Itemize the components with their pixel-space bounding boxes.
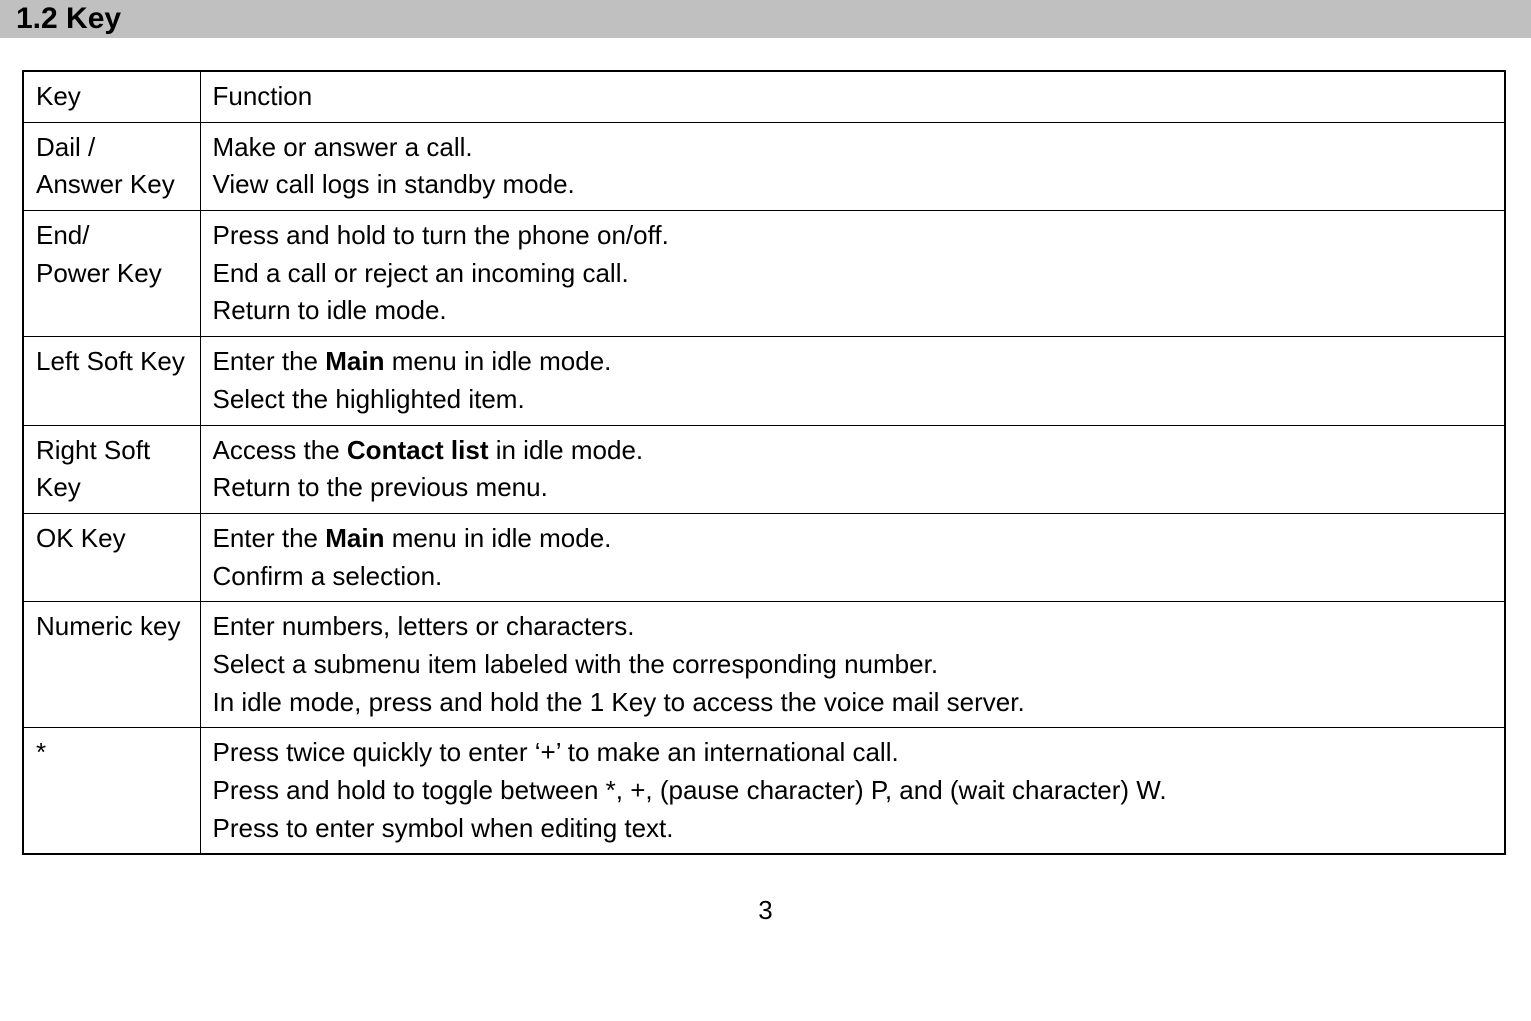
table-row: Dail /Answer KeyMake or answer a call.Vi… [23, 122, 1505, 210]
function-line: Press to enter symbol when editing text. [213, 810, 1495, 848]
document-page: 1.2 Key KeyFunctionDail /Answer KeyMake … [0, 0, 1531, 956]
table-row: Left Soft KeyEnter the Main menu in idle… [23, 337, 1505, 425]
function-line: Select a submenu item labeled with the c… [213, 646, 1495, 684]
key-cell: Right SoftKey [23, 425, 200, 513]
function-cell: Enter numbers, letters or characters.Sel… [200, 602, 1505, 728]
table-row: Right SoftKeyAccess the Contact list in … [23, 425, 1505, 513]
function-line: Press and hold to turn the phone on/off. [213, 217, 1495, 255]
function-cell: Enter the Main menu in idle mode.Select … [200, 337, 1505, 425]
function-line: In idle mode, press and hold the 1 Key t… [213, 684, 1495, 722]
function-line: Press twice quickly to enter ‘+’ to make… [213, 734, 1495, 772]
key-cell: Dail /Answer Key [23, 122, 200, 210]
function-line: Make or answer a call. [213, 129, 1495, 167]
table-row: * Press twice quickly to enter ‘+’ to mak… [23, 728, 1505, 855]
table-row: OK KeyEnter the Main menu in idle mode.C… [23, 513, 1505, 601]
function-line: Enter numbers, letters or characters. [213, 608, 1495, 646]
section-heading: 1.2 Key [0, 0, 1531, 38]
table-row: End/Power KeyPress and hold to turn the … [23, 211, 1505, 337]
function-cell: Make or answer a call.View call logs in … [200, 122, 1505, 210]
function-line: Enter the Main menu in idle mode. [213, 343, 1495, 381]
bold-term: Contact list [347, 435, 489, 465]
function-cell: Enter the Main menu in idle mode.Confirm… [200, 513, 1505, 601]
key-function-table: KeyFunctionDail /Answer KeyMake or answe… [22, 70, 1506, 855]
function-cell: Press and hold to turn the phone on/off.… [200, 211, 1505, 337]
key-cell: Left Soft Key [23, 337, 200, 425]
key-cell: Numeric key [23, 602, 200, 728]
key-cell: End/Power Key [23, 211, 200, 337]
bold-term: Main [325, 346, 384, 376]
table-row: Numeric keyEnter numbers, letters or cha… [23, 602, 1505, 728]
table-header-row: KeyFunction [23, 71, 1505, 122]
function-cell: Access the Contact list in idle mode.Ret… [200, 425, 1505, 513]
function-line: View call logs in standby mode. [213, 166, 1495, 204]
function-line: Confirm a selection. [213, 558, 1495, 596]
key-cell: OK Key [23, 513, 200, 601]
key-cell: * [23, 728, 200, 855]
function-line: Press and hold to toggle between *, +, (… [213, 772, 1495, 810]
page-number: 3 [0, 895, 1531, 926]
function-line: Return to the previous menu. [213, 469, 1495, 507]
bold-term: Main [325, 523, 384, 553]
function-line: Enter the Main menu in idle mode. [213, 520, 1495, 558]
function-line: Select the highlighted item. [213, 381, 1495, 419]
header-cell-function: Function [200, 71, 1505, 122]
function-line: Access the Contact list in idle mode. [213, 432, 1495, 470]
function-line: End a call or reject an incoming call. [213, 255, 1495, 293]
header-cell-key: Key [23, 71, 200, 122]
function-line: Return to idle mode. [213, 292, 1495, 330]
function-cell: Press twice quickly to enter ‘+’ to make… [200, 728, 1505, 855]
